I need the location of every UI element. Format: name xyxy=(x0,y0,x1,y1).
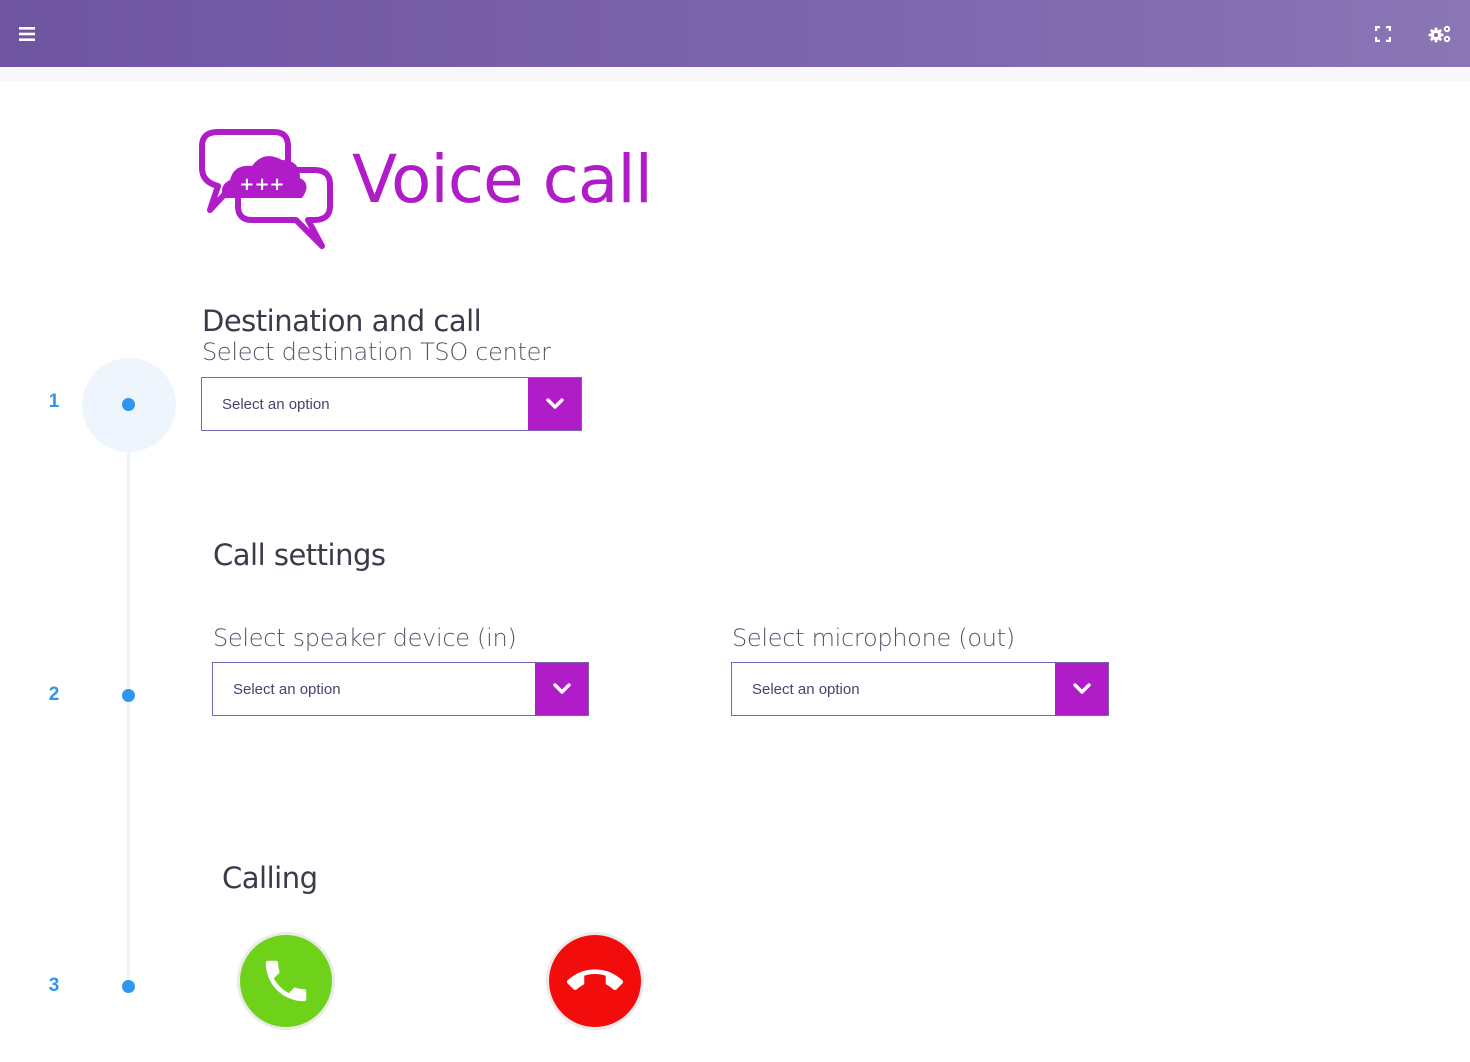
hamburger-menu-icon xyxy=(19,26,35,41)
calling-title: Calling xyxy=(222,861,318,895)
top-bar xyxy=(0,0,1470,67)
phone-accept-icon xyxy=(265,960,307,1002)
start-call-button[interactable] xyxy=(240,935,332,1027)
menu-button[interactable] xyxy=(2,0,52,67)
chat-bubbles-icon: +++ xyxy=(199,129,333,249)
step-dot-3[interactable] xyxy=(122,980,135,993)
dropdown-arrow[interactable] xyxy=(528,378,581,430)
destination-subtitle: Select destination TSO center xyxy=(202,338,551,366)
step-number-1: 1 xyxy=(48,391,60,412)
dropdown-arrow[interactable] xyxy=(1055,663,1108,715)
chevron-down-icon xyxy=(1072,683,1091,694)
page-title: Voice call xyxy=(352,141,653,218)
top-bar-shadow xyxy=(0,67,1470,81)
destination-select[interactable]: Select an option xyxy=(201,377,582,431)
fullscreen-button[interactable] xyxy=(1358,0,1408,67)
hang-up-button[interactable] xyxy=(549,935,641,1027)
voice-call-logo: +++ xyxy=(196,124,336,254)
fullscreen-icon xyxy=(1375,25,1391,42)
microphone-label: Select microphone (out) xyxy=(732,624,1015,652)
step-dot-1[interactable] xyxy=(122,398,135,411)
phone-hangup-icon xyxy=(567,969,623,991)
chevron-down-icon xyxy=(545,398,564,409)
destination-title: Destination and call xyxy=(202,304,482,338)
step-number-3: 3 xyxy=(48,975,60,996)
step-number-2: 2 xyxy=(48,684,60,705)
speaker-label: Select speaker device (in) xyxy=(213,624,517,652)
microphone-select-value: Select an option xyxy=(752,680,860,698)
chevron-down-icon xyxy=(552,683,571,694)
microphone-select[interactable]: Select an option xyxy=(731,662,1109,716)
dropdown-arrow[interactable] xyxy=(535,663,588,715)
destination-select-value: Select an option xyxy=(222,395,330,413)
call-settings-title: Call settings xyxy=(213,538,386,572)
speaker-select[interactable]: Select an option xyxy=(212,662,589,716)
svg-text:+++: +++ xyxy=(239,174,284,195)
speaker-select-value: Select an option xyxy=(233,680,341,698)
step-dot-2[interactable] xyxy=(122,689,135,702)
stepper-line xyxy=(127,450,130,980)
gears-icon xyxy=(1428,25,1451,42)
settings-button[interactable] xyxy=(1415,0,1465,67)
